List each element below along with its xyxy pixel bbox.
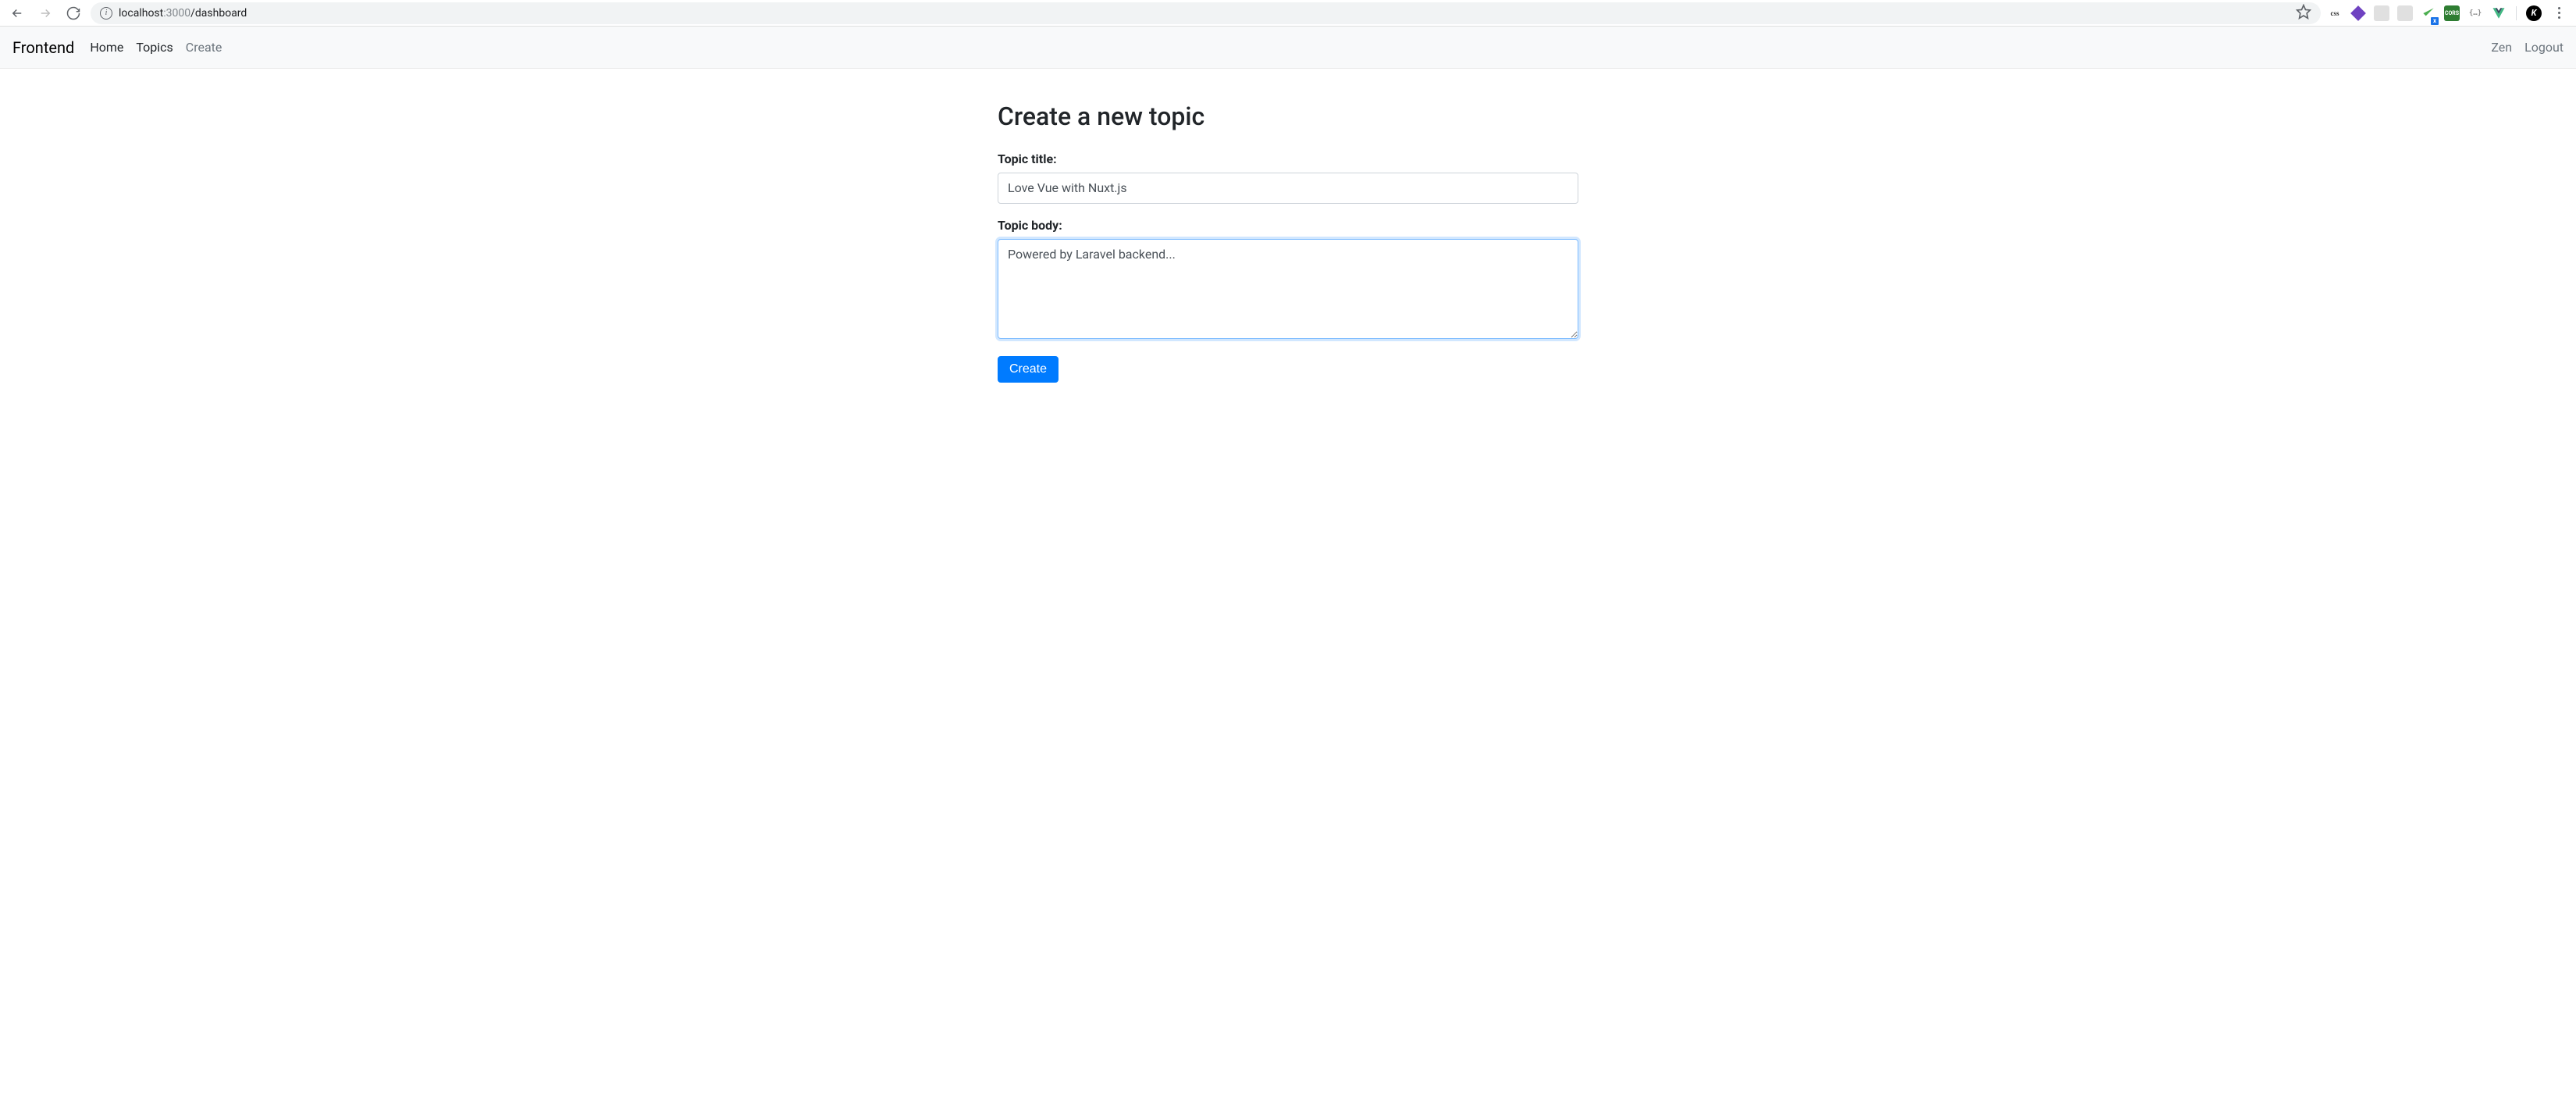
extension-icon[interactable] xyxy=(2421,5,2436,21)
app-navbar: Frontend Home Topics Create Zen Logout xyxy=(0,27,2576,69)
nav-link-topics[interactable]: Topics xyxy=(136,40,173,55)
topic-body-label: Topic body: xyxy=(998,218,1578,233)
bookmark-star-icon[interactable] xyxy=(2296,4,2311,23)
url-text: localhost:3000/dashboard xyxy=(119,7,247,20)
toolbar-divider xyxy=(2516,6,2517,20)
form-group-title: Topic title: xyxy=(998,151,1578,204)
profile-avatar-icon[interactable]: K xyxy=(2526,5,2542,21)
browser-reload-button[interactable] xyxy=(62,2,84,24)
topic-body-textarea[interactable]: Powered by Laravel backend... xyxy=(998,239,1578,339)
nav-user-name[interactable]: Zen xyxy=(2491,40,2512,55)
nav-link-home[interactable]: Home xyxy=(90,40,123,55)
vue-devtools-icon[interactable] xyxy=(2491,5,2507,21)
navbar-nav-right: Zen Logout xyxy=(2491,40,2564,55)
browser-extensions: css CORS {…} K xyxy=(2327,5,2570,21)
browser-address-bar[interactable]: i localhost:3000/dashboard xyxy=(91,2,2321,24)
browser-toolbar: i localhost:3000/dashboard css CORS {…} … xyxy=(0,0,2576,27)
navbar-brand[interactable]: Frontend xyxy=(12,38,74,57)
topic-title-label: Topic title: xyxy=(998,151,1578,166)
browser-menu-button[interactable] xyxy=(2549,7,2568,19)
extension-icon[interactable] xyxy=(2374,5,2389,21)
extension-icon[interactable]: css xyxy=(2327,5,2343,21)
topic-title-input[interactable] xyxy=(998,173,1578,204)
page-title: Create a new topic xyxy=(998,102,1578,131)
extension-icon[interactable]: CORS xyxy=(2444,5,2460,21)
extension-icon[interactable]: {…} xyxy=(2467,5,2483,21)
nav-link-create[interactable]: Create xyxy=(186,40,222,55)
form-group-body: Topic body: Powered by Laravel backend..… xyxy=(998,218,1578,342)
extension-icon[interactable] xyxy=(2350,5,2366,21)
nav-link-logout[interactable]: Logout xyxy=(2524,40,2564,55)
browser-forward-button[interactable] xyxy=(34,2,56,24)
browser-back-button[interactable] xyxy=(6,2,28,24)
create-submit-button[interactable]: Create xyxy=(998,356,1059,383)
navbar-nav-left: Home Topics Create xyxy=(90,40,222,55)
extension-icon[interactable] xyxy=(2397,5,2413,21)
create-topic-form: Topic title: Topic body: Powered by Lara… xyxy=(998,151,1578,383)
main-content: Create a new topic Topic title: Topic bo… xyxy=(991,102,1585,383)
site-info-icon[interactable]: i xyxy=(100,7,112,20)
